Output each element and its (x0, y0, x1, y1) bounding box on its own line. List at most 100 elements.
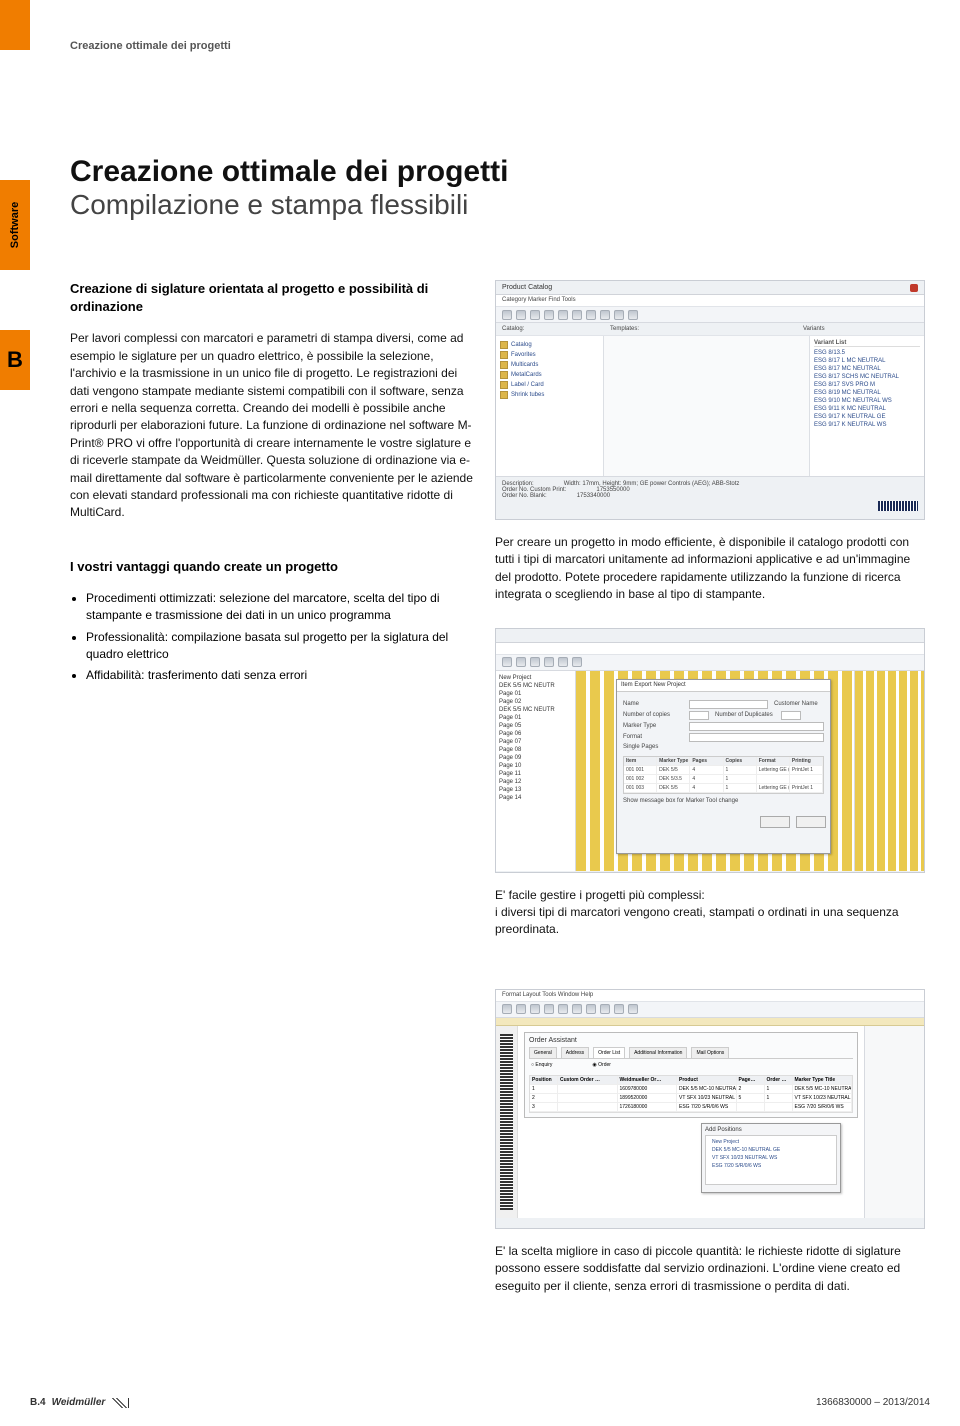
label-order-blank: Order No. Blank: (502, 493, 547, 499)
toolbar-icon[interactable] (628, 1004, 638, 1014)
toolbar-icon[interactable] (572, 310, 582, 320)
tab-order-list[interactable]: Order List (593, 1047, 625, 1058)
tree-item[interactable]: New Project (499, 674, 572, 682)
tree-item[interactable]: Label / Card (500, 380, 599, 390)
toolbar-icon[interactable] (614, 310, 624, 320)
toolbar-icon[interactable] (530, 657, 540, 667)
menu-bar[interactable]: Format Layout Tools Window Help (496, 990, 924, 1002)
variant-item[interactable]: ESG 9/10 MC NEUTRAL WS (814, 397, 920, 405)
toolbar-icon[interactable] (586, 310, 596, 320)
tree-item[interactable]: Page 14 (499, 794, 572, 802)
side-tab-section-letter: B (0, 330, 30, 390)
tree-item[interactable]: Multicards (500, 360, 599, 370)
close-icon[interactable] (910, 284, 918, 292)
tree-item[interactable]: VT SFX 10/23 NEUTRAL WS (708, 1154, 834, 1162)
tab-address[interactable]: Address (561, 1047, 589, 1058)
variant-item[interactable]: ESG 8/19 MC NEUTRAL (814, 389, 920, 397)
cell: 001 002 (624, 775, 657, 783)
toolbar[interactable] (496, 655, 924, 671)
variant-item[interactable]: ESG 9/17 K NEUTRAL WS (814, 421, 920, 429)
toolbar-icon[interactable] (516, 657, 526, 667)
variant-item[interactable]: ESG 8/17 MC NEUTRAL (814, 365, 920, 373)
tree-item[interactable]: Shrink tubes (500, 390, 599, 400)
tab-additional[interactable]: Additional Information (629, 1047, 687, 1058)
radio-enquiry[interactable]: ○ Enquiry (531, 1062, 552, 1068)
toolbar-icon[interactable] (558, 310, 568, 320)
folder-icon (500, 361, 508, 369)
tab-bar[interactable]: General Address Order List Additional In… (529, 1047, 853, 1059)
table-row[interactable]: 001 003 DEK 5/5 4 1 Lettering GE (5x5) P… (624, 784, 823, 793)
tree-item[interactable]: Page 02 (499, 698, 572, 706)
hint-text: Show message box for Marker Tool change (623, 798, 738, 804)
tree-item[interactable]: Page 08 (499, 746, 572, 754)
toolbar-icon[interactable] (628, 310, 638, 320)
toolbar-icon[interactable] (530, 1004, 540, 1014)
tree-item[interactable]: Favorites (500, 350, 599, 360)
tree-item[interactable]: Page 07 (499, 738, 572, 746)
folder-icon (500, 341, 508, 349)
toolbar-icon[interactable] (586, 1004, 596, 1014)
toolbar-icon[interactable] (544, 657, 554, 667)
toolbar[interactable] (496, 307, 924, 323)
toolbar-icon[interactable] (502, 310, 512, 320)
toolbar-icon[interactable] (600, 1004, 610, 1014)
menu-bar[interactable]: Category Marker Find Tools (496, 295, 924, 307)
table-row[interactable]: 1 1609780000 DEK 5/5 MC-10 NEUTRAL GE 2 … (530, 1085, 852, 1094)
tree-item[interactable]: Page 01 (499, 714, 572, 722)
tree-item[interactable]: Page 11 (499, 770, 572, 778)
name-field[interactable] (689, 700, 768, 709)
menu-bar[interactable] (496, 643, 924, 655)
table-row[interactable]: 3 1726180000 ESG 7/20 S/R/0/6 WS ESG 7/2… (530, 1103, 852, 1112)
toolbar-icon[interactable] (558, 657, 568, 667)
marker-field[interactable] (689, 722, 824, 731)
variant-item[interactable]: ESG 8/17 SCHS MC NEUTRAL (814, 373, 920, 381)
toolbar-icon[interactable] (614, 1004, 624, 1014)
variant-item[interactable]: ESG 8/17 SVS PRO M (814, 381, 920, 389)
tree-item[interactable]: ESG 7/20 S/R/0/6 WS (708, 1162, 834, 1170)
variant-item[interactable]: ESG 8/13.5 (814, 349, 920, 357)
toolbar-icon[interactable] (544, 310, 554, 320)
tab-general[interactable]: General (529, 1047, 557, 1058)
tree-item[interactable]: Catalog (500, 340, 599, 350)
variant-item[interactable]: ESG 9/17 K NEUTRAL GE (814, 413, 920, 421)
tree-item[interactable]: DEK 5/5 MC-10 NEUTRAL GE (708, 1146, 834, 1154)
toolbar-icon[interactable] (502, 657, 512, 667)
variant-item[interactable]: ESG 9/11 K MC NEUTRAL (814, 405, 920, 413)
project-tree[interactable]: New Project DEK 5/5 MC NEUTR Page 01 Pag… (496, 671, 576, 871)
toolbar-icon[interactable] (572, 657, 582, 667)
toolbar-icon[interactable] (600, 310, 610, 320)
toolbar-icon[interactable] (572, 1004, 582, 1014)
dups-field[interactable] (781, 711, 801, 720)
toolbar[interactable] (496, 1002, 924, 1018)
variants-panel[interactable]: Variant List ESG 8/13.5 ESG 8/17 L MC NE… (809, 336, 924, 476)
cell (757, 775, 790, 783)
ok-button[interactable] (760, 816, 790, 828)
radio-order[interactable]: ◉ Order (592, 1062, 611, 1068)
tree-item[interactable]: Page 13 (499, 786, 572, 794)
tree-item[interactable]: DEK 5/5 MC NEUTR (499, 682, 572, 690)
toolbar-icon[interactable] (544, 1004, 554, 1014)
variant-item[interactable]: ESG 8/17 L MC NEUTRAL (814, 357, 920, 365)
toolbar-icon[interactable] (516, 310, 526, 320)
tree-item[interactable]: Page 01 (499, 690, 572, 698)
tree-item[interactable]: Page 05 (499, 722, 572, 730)
catalog-tree[interactable]: Catalog Favorites Multicards MetalCards … (496, 336, 604, 476)
cancel-button[interactable] (796, 816, 826, 828)
tree-item[interactable]: Page 06 (499, 730, 572, 738)
toolbar-icon[interactable] (516, 1004, 526, 1014)
format-field[interactable] (689, 733, 824, 742)
tree-item[interactable]: Page 12 (499, 778, 572, 786)
table-row[interactable]: 001 001 DEK 5/5 4 1 Lettering GE (5x5) P… (624, 766, 823, 775)
tree-item[interactable]: MetalCards (500, 370, 599, 380)
toolbar-icon[interactable] (558, 1004, 568, 1014)
tree-item[interactable]: Page 10 (499, 762, 572, 770)
tree-item[interactable]: Page 09 (499, 754, 572, 762)
toolbar-icon[interactable] (530, 310, 540, 320)
toolbar-icon[interactable] (502, 1004, 512, 1014)
table-row[interactable]: 001 002 DEK 5/3.5 4 1 (624, 775, 823, 784)
tab-mail[interactable]: Mail Options (691, 1047, 729, 1058)
copies-field[interactable] (689, 711, 709, 720)
tree-item[interactable]: DEK 5/5 MC NEUTR (499, 706, 572, 714)
table-row[interactable]: 2 1899520000 VT SFX 10/23 NEUTRAL WS 5 1… (530, 1094, 852, 1103)
tree-item[interactable]: New Project (708, 1138, 834, 1146)
